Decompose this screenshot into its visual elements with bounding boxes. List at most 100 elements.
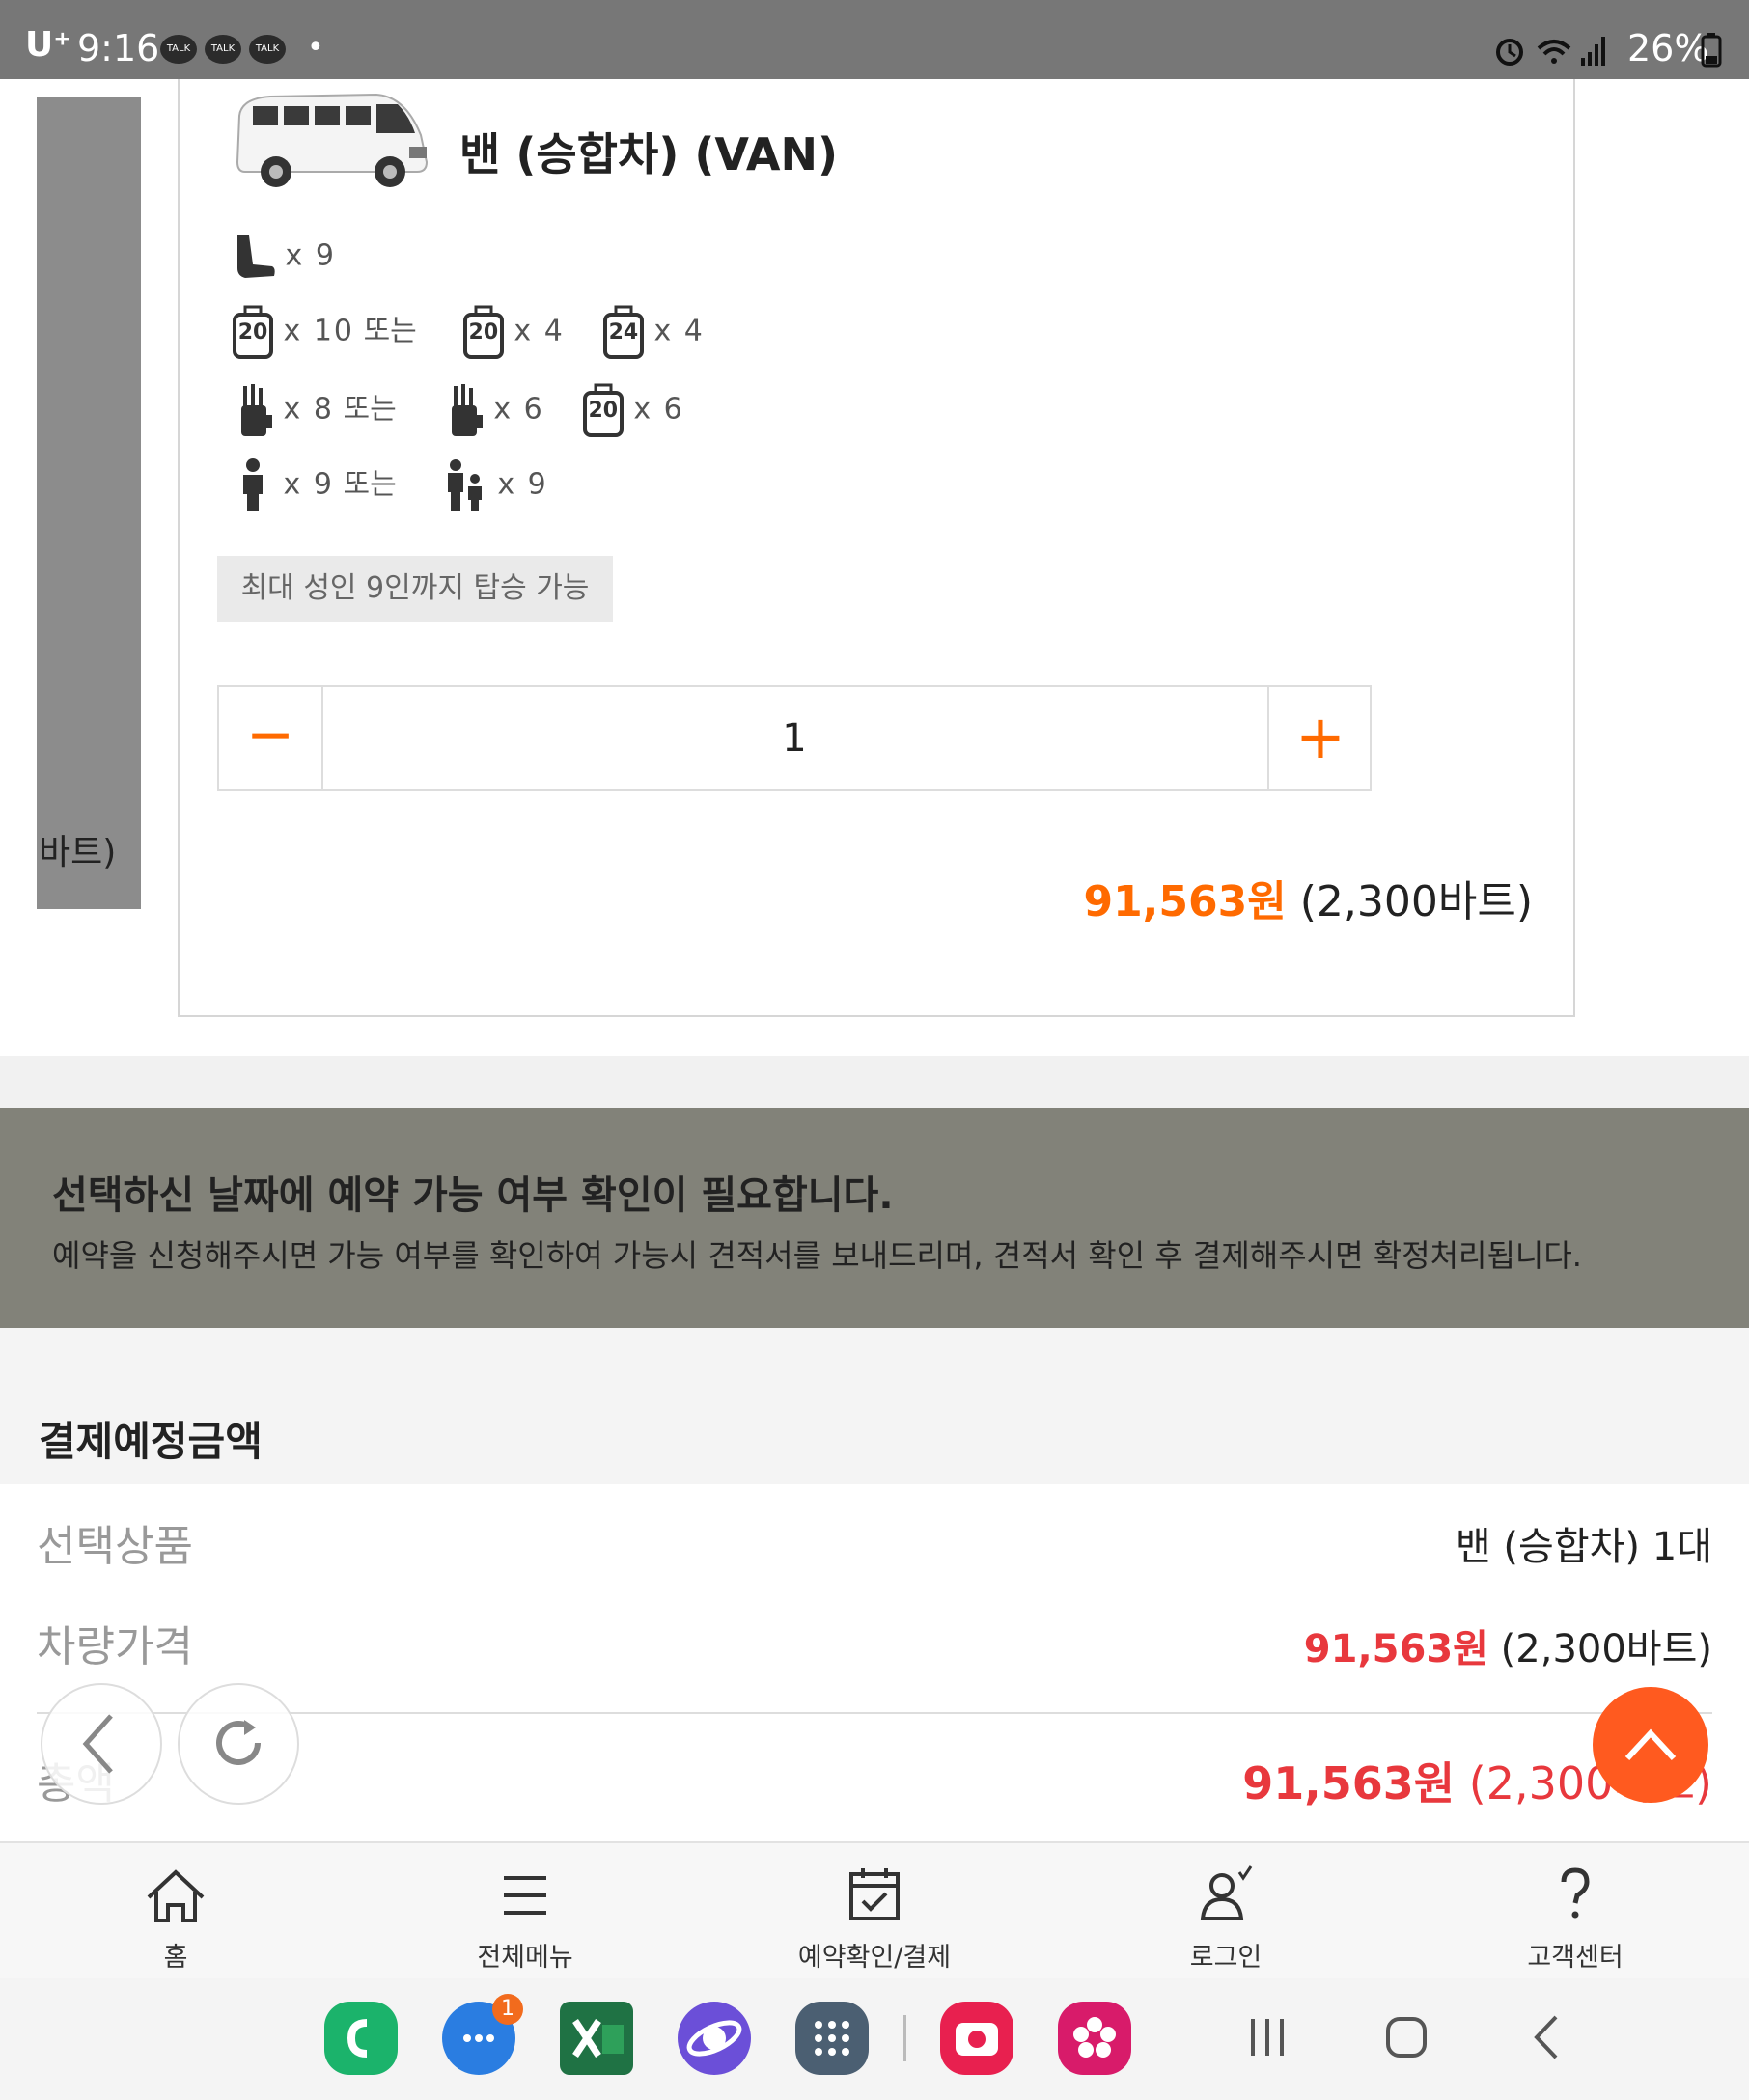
golf-bag-count: x 6	[493, 392, 544, 427]
previous-card-price-fragment: 바트)	[39, 833, 117, 872]
previous-vehicle-card[interactable]	[37, 97, 141, 909]
help-icon	[1561, 1867, 1590, 1919]
calendar-check-icon	[849, 1868, 900, 1920]
home-icon	[147, 1869, 205, 1922]
nav-home[interactable]: 홈	[69, 1845, 282, 1976]
decrease-quantity-button[interactable]: −	[219, 687, 323, 789]
recent-apps-icon	[1251, 2019, 1284, 2056]
selected-product-label: 선택상품	[37, 1522, 193, 1571]
luggage-count: x 10	[283, 314, 355, 348]
status-time: 9:16	[77, 27, 160, 69]
golf-bag-icon	[241, 384, 272, 436]
price-thb: (2,300바트)	[1299, 877, 1533, 926]
luggage-20-icon: 20	[582, 383, 625, 437]
chevron-up-icon	[1624, 1728, 1677, 1761]
nav-all-menu-label: 전체메뉴	[477, 1943, 573, 1973]
notice-description: 예약을 신청해주시면 가능 여부를 확인하여 가능시 견적서를 보내드리며, 견…	[52, 1237, 1582, 1274]
alarm-icon	[1496, 39, 1523, 66]
nav-reservation[interactable]: 예약확인/결제	[768, 1845, 981, 1976]
nav-login-label: 로그인	[1189, 1943, 1263, 1973]
seat-capacity-row: x 9	[232, 232, 336, 282]
vehicle-price-krw: 91,563원	[1303, 1627, 1488, 1672]
back-chevron-icon	[1534, 2015, 1558, 2059]
vehicle-title: 밴 (승합차) (VAN)	[459, 128, 838, 180]
battery-icon	[1701, 33, 1722, 68]
or-label: 또는	[343, 467, 397, 502]
home-square-icon	[1386, 2017, 1427, 2058]
excel-app-icon[interactable]	[560, 2002, 633, 2075]
chevron-left-icon	[82, 1714, 113, 1774]
carrier-label: U⁺	[25, 25, 72, 65]
recent-apps-button[interactable]	[1243, 2013, 1291, 2074]
nav-login[interactable]: 로그인	[1120, 1845, 1332, 1976]
luggage-size-label: 24	[608, 320, 639, 345]
battery-percent: 26%	[1627, 27, 1709, 69]
adult-count: x 9	[283, 467, 334, 502]
luggage-size-label: 20	[237, 320, 268, 345]
more-notifications-dot: •	[307, 31, 324, 65]
status-bar: U⁺ 9:16 TALK TALK TALK • 26%	[0, 0, 1749, 79]
app-drawer-icon[interactable]	[795, 2002, 869, 2075]
vehicle-price-label: 차량가격	[37, 1622, 193, 1672]
android-taskbar	[0, 1978, 1749, 2100]
luggage-24-icon: 24	[602, 305, 645, 359]
golf-bag-capacity-row: x 8 또는 x 6 20 x 6	[232, 382, 684, 438]
luggage-size-label: 20	[588, 399, 619, 423]
increase-quantity-button[interactable]: +	[1267, 687, 1372, 789]
golf-bag-count: x 8	[283, 392, 334, 427]
quantity-stepper: − 1 +	[217, 685, 1372, 791]
messages-badge: 1	[492, 1994, 523, 2025]
capacity-note-badge: 최대 성인 9인까지 탑승 가능	[217, 556, 613, 622]
user-login-icon	[1200, 1865, 1253, 1920]
kakaotalk-notification-icon: TALK	[160, 35, 197, 64]
mixed-passenger-count: x 9	[497, 467, 548, 502]
section-divider	[0, 1056, 1749, 1108]
quantity-input[interactable]: 1	[323, 687, 1265, 789]
vehicle-price-thb: (2,300바트)	[1500, 1627, 1712, 1672]
internet-app-icon[interactable]	[678, 2002, 751, 2075]
scroll-to-top-button[interactable]	[1593, 1687, 1708, 1803]
home-button[interactable]	[1382, 2013, 1430, 2074]
nav-customer-center-label: 고객센터	[1527, 1943, 1624, 1973]
dock-separator	[903, 2015, 906, 2061]
luggage-size-label: 20	[468, 320, 499, 345]
browser-back-button[interactable]	[41, 1683, 162, 1805]
seat-icon	[237, 235, 275, 278]
kakaotalk-notification-icon: TALK	[249, 35, 286, 64]
van-image	[236, 93, 429, 187]
wifi-icon	[1537, 40, 1571, 64]
luggage-capacity-row: 20 x 10 또는 20 x 4 24 x 4	[232, 305, 705, 359]
nav-home-label: 홈	[163, 1943, 188, 1973]
notice-title: 선택하신 날짜에 예약 가능 여부 확인이 필요합니다.	[52, 1174, 894, 1218]
nav-customer-center[interactable]: 고객센터	[1469, 1845, 1681, 1976]
luggage-20-icon: 20	[232, 305, 274, 359]
or-label: 또는	[343, 392, 397, 427]
kakaotalk-notification-icon: TALK	[205, 35, 241, 64]
camera-app-icon[interactable]	[940, 2002, 1013, 2075]
phone-app-icon[interactable]	[324, 2002, 398, 2075]
luggage-20-icon: 20	[462, 305, 505, 359]
browser-refresh-button[interactable]	[178, 1683, 299, 1805]
luggage-count: x 4	[653, 314, 705, 348]
vehicle-price-value: 91,563원 (2,300바트)	[1304, 1617, 1712, 1673]
golf-bag-icon	[451, 384, 483, 436]
system-back-button[interactable]	[1523, 2013, 1571, 2074]
or-label: 또는	[363, 314, 417, 348]
refresh-icon	[216, 1720, 261, 1765]
adult-icon	[243, 458, 263, 511]
vehicle-price: 91,563원 (2,300바트)	[1083, 867, 1533, 928]
passenger-capacity-row: x 9 또는 x 9	[232, 457, 548, 513]
price-krw: 91,563원	[1083, 877, 1287, 926]
signal-icon	[1581, 37, 1605, 66]
status-icons	[1496, 37, 1605, 66]
selected-product-value: 밴 (승합차) 1대	[1455, 1525, 1712, 1569]
seat-count: x 9	[285, 238, 336, 273]
payment-heading: 결제예정금액	[39, 1418, 263, 1465]
total-krw: 91,563원	[1242, 1757, 1456, 1810]
nav-reservation-label: 예약확인/결제	[797, 1943, 952, 1973]
nav-all-menu[interactable]: 전체메뉴	[419, 1845, 631, 1976]
family-icon	[447, 459, 482, 511]
luggage-count: x 6	[633, 392, 684, 427]
luggage-count: x 4	[514, 314, 565, 348]
gallery-app-icon[interactable]	[1058, 2002, 1131, 2075]
